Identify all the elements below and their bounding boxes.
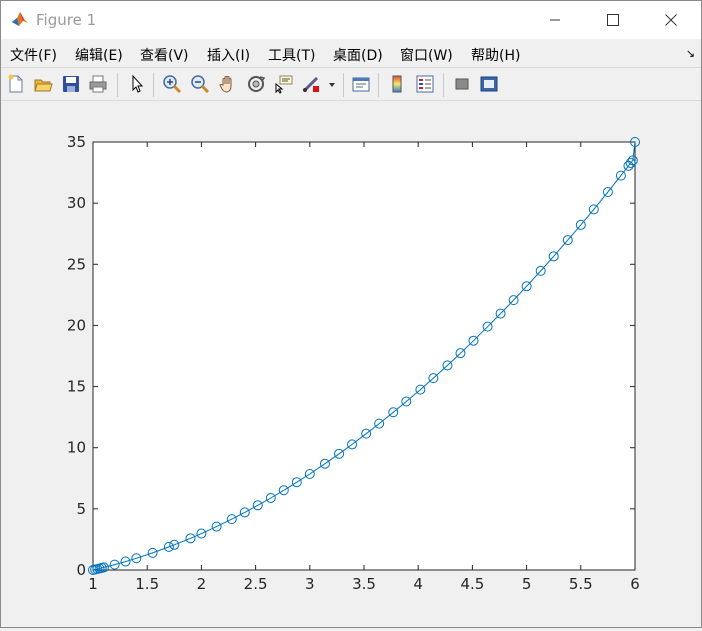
- menu-desktop[interactable]: 桌面(D): [333, 45, 383, 65]
- dock-menu-arrow-icon[interactable]: ↘: [686, 47, 695, 60]
- figure-canvas[interactable]: 1 1.5 2 2.5 3 3.5 4 4.5 5 5.5 6 0 5 10 15 20 25 30 35: [1, 101, 701, 627]
- y-tick-label: 15: [67, 378, 86, 396]
- select-arrow-icon[interactable]: [127, 74, 147, 94]
- menu-tools[interactable]: 工具(T): [268, 45, 315, 65]
- y-tick-label: 10: [67, 439, 86, 457]
- x-tick-label: 3.5: [352, 575, 376, 593]
- print-icon[interactable]: [88, 74, 108, 94]
- maximize-icon: [607, 11, 619, 30]
- y-tick-label: 25: [67, 255, 86, 273]
- axes-box: [92, 141, 636, 571]
- y-tick-labels: 0 5 10 15 20 25 30 35: [67, 133, 86, 579]
- y-tick-label: 20: [67, 316, 86, 334]
- menu-view[interactable]: 查看(V): [140, 45, 189, 65]
- link-plot-icon[interactable]: [351, 74, 371, 94]
- toolbar-separator: [343, 73, 344, 97]
- x-tick-label: 6: [630, 575, 640, 593]
- maximize-button[interactable]: [590, 1, 636, 39]
- close-icon: [665, 11, 677, 30]
- window-title: Figure 1: [36, 11, 97, 29]
- toolbar-separator: [443, 73, 444, 97]
- toolbar-separator: [117, 73, 118, 97]
- legend-icon[interactable]: [415, 74, 435, 94]
- menu-edit[interactable]: 编辑(E): [75, 45, 123, 65]
- open-file-icon[interactable]: [33, 74, 53, 94]
- toolbar-separator: [153, 73, 154, 97]
- minimize-button[interactable]: [532, 1, 578, 39]
- x-tick-label: 3: [305, 575, 315, 593]
- menu-insert[interactable]: 插入(I): [207, 45, 250, 65]
- x-tick-label: 4: [413, 575, 423, 593]
- pan-hand-icon[interactable]: [218, 74, 238, 94]
- new-figure-icon[interactable]: [6, 74, 26, 94]
- y-tick-label: 5: [76, 500, 86, 518]
- matlab-logo-icon: [11, 10, 29, 28]
- hide-plot-tools-icon[interactable]: [452, 74, 472, 94]
- x-tick-label: 1.5: [135, 575, 159, 593]
- toolbar-separator: [378, 73, 379, 97]
- close-button[interactable]: [648, 1, 694, 39]
- menu-file[interactable]: 文件(F): [10, 45, 57, 65]
- zoom-in-icon[interactable]: [162, 74, 182, 94]
- x-tick-label: 5: [522, 575, 532, 593]
- y-tick-label: 0: [76, 561, 86, 579]
- title-bar[interactable]: Figure 1: [1, 1, 701, 39]
- x-tick-label: 4.5: [460, 575, 484, 593]
- menu-bar: 文件(F) 编辑(E) 查看(V) 插入(I) 工具(T) 桌面(D) 窗口(W…: [1, 41, 701, 67]
- zoom-out-icon[interactable]: [190, 74, 210, 94]
- x-tick-label: 2.5: [244, 575, 268, 593]
- x-tick-label: 2: [197, 575, 207, 593]
- minimize-icon: [549, 11, 561, 30]
- y-tick-label: 35: [67, 133, 86, 151]
- rotate-3d-icon[interactable]: [246, 74, 266, 94]
- menu-help[interactable]: 帮助(H): [471, 45, 520, 65]
- x-tick-label: 1: [88, 575, 98, 593]
- x-tick-label: 5.5: [569, 575, 593, 593]
- data-cursor-icon[interactable]: [274, 74, 294, 94]
- figure-toolbar: [1, 67, 701, 101]
- brush-dropdown-icon[interactable]: [327, 74, 337, 94]
- x-tick-labels: 1 1.5 2 2.5 3 3.5 4 4.5 5 5.5 6: [88, 575, 640, 593]
- line-plot[interactable]: 1 1.5 2 2.5 3 3.5 4 4.5 5 5.5 6 0 5 10 15 20 25 30 35: [1, 101, 701, 627]
- figure-window: Figure 1 文件(F) 编辑(E) 查看(V) 插入(I) 工具(T) 桌…: [0, 0, 702, 628]
- show-plot-tools-icon[interactable]: [479, 74, 499, 94]
- y-tick-label: 30: [67, 194, 86, 212]
- brush-icon[interactable]: [301, 74, 321, 94]
- menu-window[interactable]: 窗口(W): [400, 45, 453, 65]
- save-icon[interactable]: [61, 74, 81, 94]
- colorbar-icon[interactable]: [387, 74, 407, 94]
